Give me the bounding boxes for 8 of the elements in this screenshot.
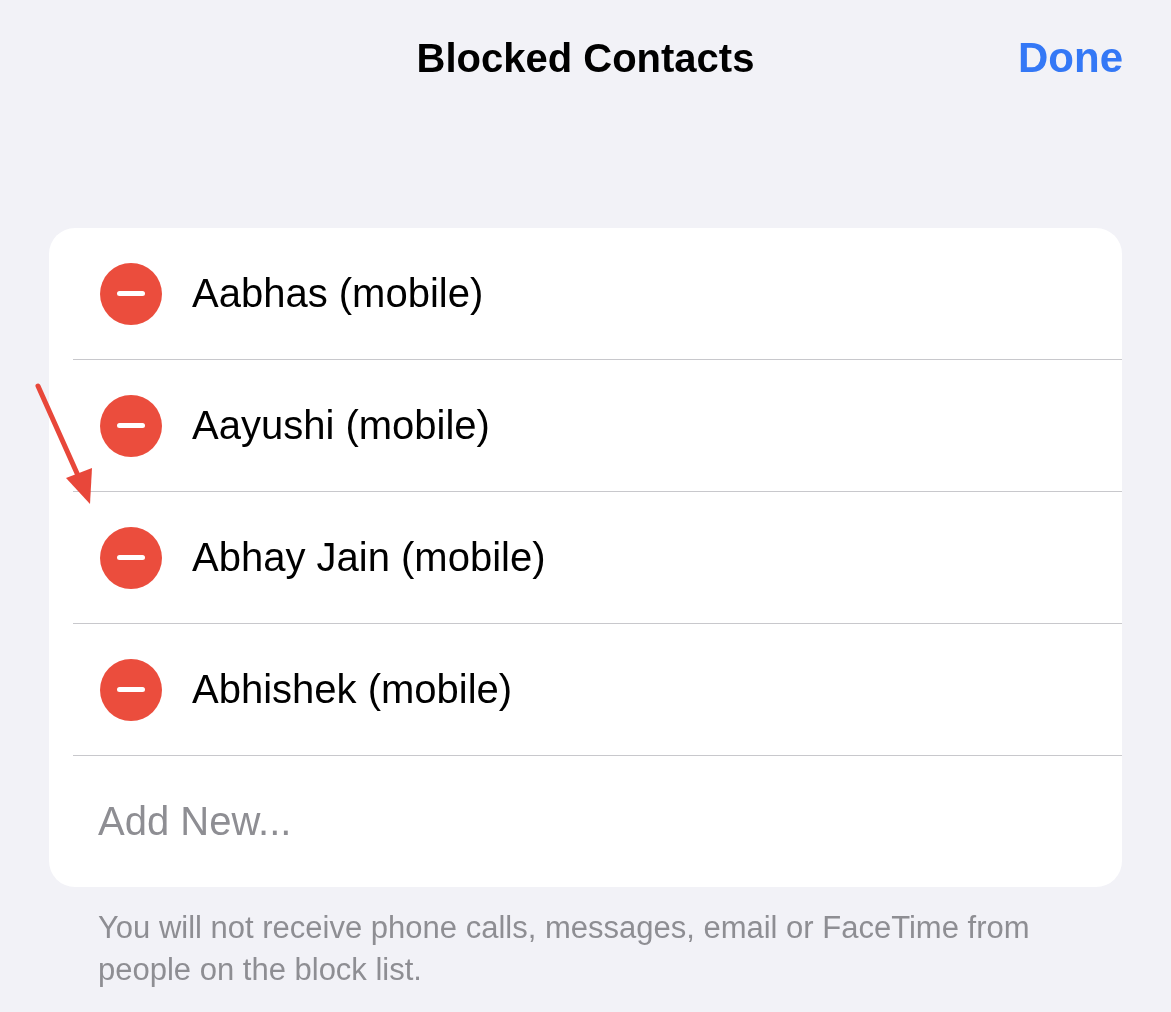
contact-name: Aayushi (mobile) bbox=[192, 403, 490, 448]
contact-name: Abhay Jain (mobile) bbox=[192, 535, 546, 580]
footer-note: You will not receive phone calls, messages, email or FaceTime from people on the block list. bbox=[98, 909, 1031, 989]
contact-name: Aabhas (mobile) bbox=[192, 271, 484, 316]
contact-name: Abhishek (mobile) bbox=[192, 667, 513, 712]
add-new-link[interactable]: Add New... bbox=[98, 799, 292, 844]
screen-title: Blocked Contacts bbox=[416, 35, 755, 81]
done-button[interactable]: Done bbox=[1018, 34, 1123, 82]
